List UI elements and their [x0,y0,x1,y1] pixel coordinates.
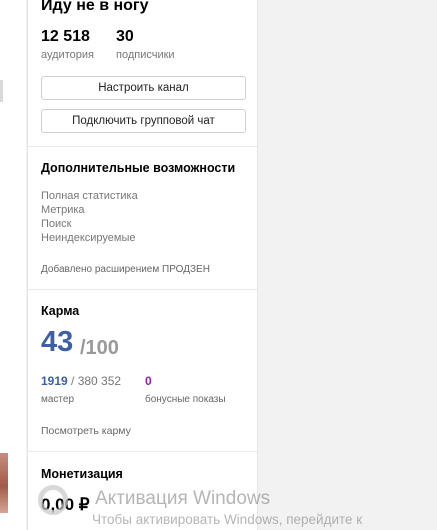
feature-full-stats: Полная статистика [41,190,138,202]
bonus-label: бонусные показы [145,394,226,405]
karma-rank-value: 1919 [41,374,68,388]
monetization-title: Монетизация [41,467,123,481]
audience-value: 12 518 [41,28,90,45]
karma-title: Карма [41,304,80,318]
karma-rank-label: мастер [41,394,75,405]
section-divider [28,289,257,290]
windows-activation-icon [38,485,68,515]
left-edge-marker [0,80,3,102]
section-divider [28,451,257,452]
karma-rank-total: / 380 352 [67,374,122,388]
subscribers-label: подписчики [116,49,175,61]
audience-label: аудитория [41,49,94,61]
karma-value: 43 [41,326,74,358]
view-karma-link[interactable]: Посмотреть карму [41,425,131,437]
bonus-value: 0 [145,374,152,388]
feature-search: Поиск [41,218,72,230]
channel-title: Иду не в ногу [41,0,149,14]
left-column [0,0,26,530]
karma-max: /100 [80,337,119,359]
karma-rank: 1919 / 380 352 [41,374,121,388]
windows-activation-text: Чтобы активировать Windows, перейдите к [92,512,363,527]
subscribers-value: 30 [116,28,134,45]
connect-group-chat-button[interactable]: Подключить групповой чат [41,109,246,133]
feature-nonindexed: Неиндексируемые [41,232,136,244]
feature-metrika: Метрика [41,204,85,216]
section-divider [28,146,257,147]
left-image-thumbnail[interactable] [0,453,8,513]
channel-panel: Иду не в ногу 12 518 аудитория 30 подпис… [27,0,258,530]
extension-note: Добавлено расширением ПРОДЗЕН [41,264,210,275]
setup-channel-button[interactable]: Настроить канал [41,76,246,100]
features-title: Дополнительные возможности [41,161,236,175]
windows-activation-title: Активация Windows [95,488,271,509]
